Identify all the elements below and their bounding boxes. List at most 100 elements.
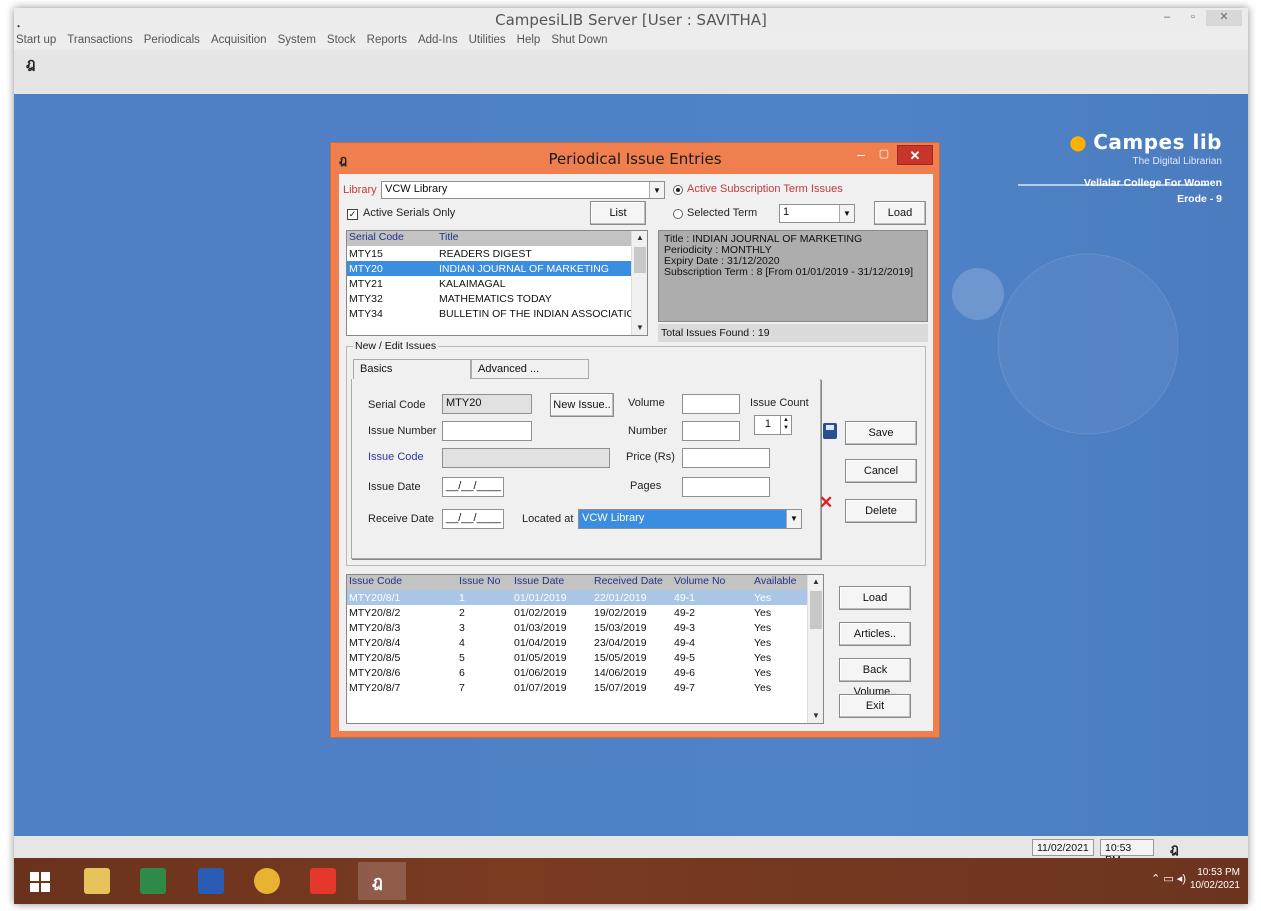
articles-button[interactable]: Articles.. (839, 622, 911, 646)
active-serials-label: Active Serials Only (363, 207, 456, 219)
library-select[interactable]: VCW Library ▼ (381, 181, 665, 199)
menu-stock[interactable]: Stock (327, 34, 356, 46)
chevron-down-icon[interactable]: ▼ (786, 510, 801, 528)
new-issue-button[interactable]: New Issue.. (550, 393, 614, 417)
scroll-down-icon[interactable]: ▼ (808, 709, 823, 723)
col-issue-code[interactable]: Issue Code (347, 575, 457, 590)
delete-x-icon: ✕ (819, 493, 834, 512)
tray-clock[interactable]: 10:53 PM 10/02/2021 (1190, 866, 1240, 892)
minimize-button[interactable]: – (1154, 10, 1180, 26)
active-term-radio[interactable] (673, 185, 683, 195)
save-button[interactable]: Save (845, 421, 917, 445)
serial-list[interactable]: Serial Code Title MTY15 READERS DIGEST M… (346, 230, 648, 336)
issue-row[interactable]: MTY20/8/2 2 01/02/2019 19/02/2019 49-2 Yes (347, 605, 823, 620)
serial-row[interactable]: MTY15 READERS DIGEST (347, 246, 647, 261)
menu-start-up[interactable]: Start up (16, 34, 56, 46)
volume-field[interactable] (682, 394, 740, 414)
menu-transactions[interactable]: Transactions (67, 34, 132, 46)
scroll-down-icon[interactable]: ▼ (632, 321, 647, 335)
pages-field[interactable] (682, 477, 770, 497)
col-received-date[interactable]: Received Date (592, 575, 672, 590)
selected-term-select[interactable]: 1 ▼ (779, 204, 855, 223)
issue-row[interactable]: MTY20/8/5 5 01/05/2019 15/05/2019 49-5 Yes (347, 650, 823, 665)
issue-date-label: Issue Date (368, 481, 421, 493)
menu-add-ins[interactable]: Add-Ins (418, 34, 458, 46)
dialog-title: Periodical Issue Entries (548, 150, 722, 168)
scroll-up-icon[interactable]: ▲ (632, 231, 647, 245)
campeslib-taskbar-button[interactable]: ฎ (358, 862, 406, 900)
serial-code-field[interactable]: MTY20 (442, 394, 532, 414)
chevron-down-icon[interactable]: ▼ (649, 182, 664, 198)
scroll-up-icon[interactable]: ▲ (808, 575, 823, 589)
issue-row[interactable]: MTY20/8/7 7 01/07/2019 15/07/2019 49-7 Yes (347, 680, 823, 695)
serial-row-selected[interactable]: MTY20 INDIAN JOURNAL OF MARKETING (347, 261, 647, 276)
issue-no-cell: 1 (459, 591, 465, 604)
col-volume-no[interactable]: Volume No (672, 575, 752, 590)
serial-row[interactable]: MTY34 BULLETIN OF THE INDIAN ASSOCIATION (347, 306, 647, 321)
anydesk-icon[interactable] (310, 868, 336, 894)
col-serial-code[interactable]: Serial Code (347, 231, 437, 246)
word-icon[interactable] (198, 868, 224, 894)
number-field[interactable] (682, 421, 740, 441)
maximize-button[interactable]: ▫ (1180, 10, 1206, 26)
chevron-down-icon[interactable]: ▼ (839, 205, 854, 222)
dialog-maximize-button[interactable]: ▢ (873, 147, 895, 165)
issue-number-label: Issue Number (368, 425, 437, 437)
menu-acquisition[interactable]: Acquisition (211, 34, 267, 46)
scroll-thumb[interactable] (810, 591, 822, 629)
serial-row[interactable]: MTY32 MATHEMATICS TODAY (347, 291, 647, 306)
menu-reports[interactable]: Reports (367, 34, 407, 46)
issue-row[interactable]: MTY20/8/4 4 01/04/2019 23/04/2019 49-4 Yes (347, 635, 823, 650)
dialog-close-button[interactable]: ✕ (897, 145, 933, 165)
col-issue-no[interactable]: Issue No (457, 575, 512, 590)
file-explorer-icon[interactable] (84, 868, 110, 894)
issue-row[interactable]: MTY20/8/6 6 01/06/2019 14/06/2019 49-6 Yes (347, 665, 823, 680)
available-cell: Yes (754, 636, 772, 649)
load-issues-button[interactable]: Load (839, 586, 911, 610)
col-issue-date[interactable]: Issue Date (512, 575, 592, 590)
menu-utilities[interactable]: Utilities (469, 34, 506, 46)
serial-row[interactable]: MTY21 KALAIMAGAL (347, 276, 647, 291)
serial-code-cell: MTY21 (349, 277, 383, 290)
menu-system[interactable]: System (278, 34, 316, 46)
located-at-select[interactable]: VCW Library ▼ (578, 509, 802, 529)
dialog-minimize-button[interactable]: – (849, 147, 873, 165)
serial-code-cell: MTY15 (349, 247, 383, 260)
close-button[interactable]: ✕ (1206, 10, 1242, 26)
issue-code-field[interactable] (442, 448, 610, 468)
chrome-icon[interactable] (254, 868, 280, 894)
scroll-thumb[interactable] (634, 247, 646, 273)
col-available[interactable]: Available (752, 575, 807, 590)
tab-advanced[interactable]: Advanced ... (471, 359, 589, 379)
issue-date-cell: 01/03/2019 (514, 621, 567, 634)
dialog-titlebar: ฎ Periodical Issue Entries – ▢ ✕ (331, 143, 939, 173)
issue-date-field[interactable]: __/__/____ (442, 477, 504, 497)
load-term-button[interactable]: Load (874, 201, 926, 225)
cancel-button[interactable]: Cancel (845, 459, 917, 483)
serial-list-scrollbar[interactable]: ▲ ▼ (631, 231, 647, 335)
delete-button[interactable]: Delete (845, 499, 917, 523)
excel-icon[interactable] (140, 868, 166, 894)
active-serials-checkbox[interactable]: ✓ (347, 209, 358, 220)
selected-term-radio[interactable] (673, 209, 683, 219)
campeslib-toolbar-icon[interactable]: ฎ (26, 53, 35, 75)
list-button[interactable]: List (590, 201, 646, 225)
col-title[interactable]: Title (437, 231, 631, 246)
exit-button[interactable]: Exit (839, 694, 911, 718)
issues-grid-scrollbar[interactable]: ▲ ▼ (807, 575, 823, 723)
menu-shut-down[interactable]: Shut Down (551, 34, 607, 46)
issue-row[interactable]: MTY20/8/3 3 01/03/2019 15/03/2019 49-3 Yes (347, 620, 823, 635)
stepper-arrows-icon[interactable]: ▲ ▼ (780, 416, 791, 434)
windows-start-icon[interactable] (30, 872, 50, 892)
receive-date-field[interactable]: __/__/____ (442, 509, 504, 529)
price-field[interactable] (682, 448, 770, 468)
tab-basics[interactable]: Basics (353, 359, 471, 379)
back-volume-button[interactable]: Back Volume.. (839, 658, 911, 698)
menu-periodicals[interactable]: Periodicals (144, 34, 200, 46)
system-tray[interactable]: ⌃ ▭ ◂) (1151, 872, 1186, 885)
issues-grid[interactable]: Issue Code Issue No Issue Date Received … (346, 574, 824, 724)
issue-number-field[interactable] (442, 421, 532, 441)
issue-row[interactable]: MTY20/8/1 1 01/01/2019 22/01/2019 49-1 Yes (347, 590, 823, 605)
serial-title-cell: KALAIMAGAL (439, 277, 506, 290)
menu-help[interactable]: Help (517, 34, 541, 46)
